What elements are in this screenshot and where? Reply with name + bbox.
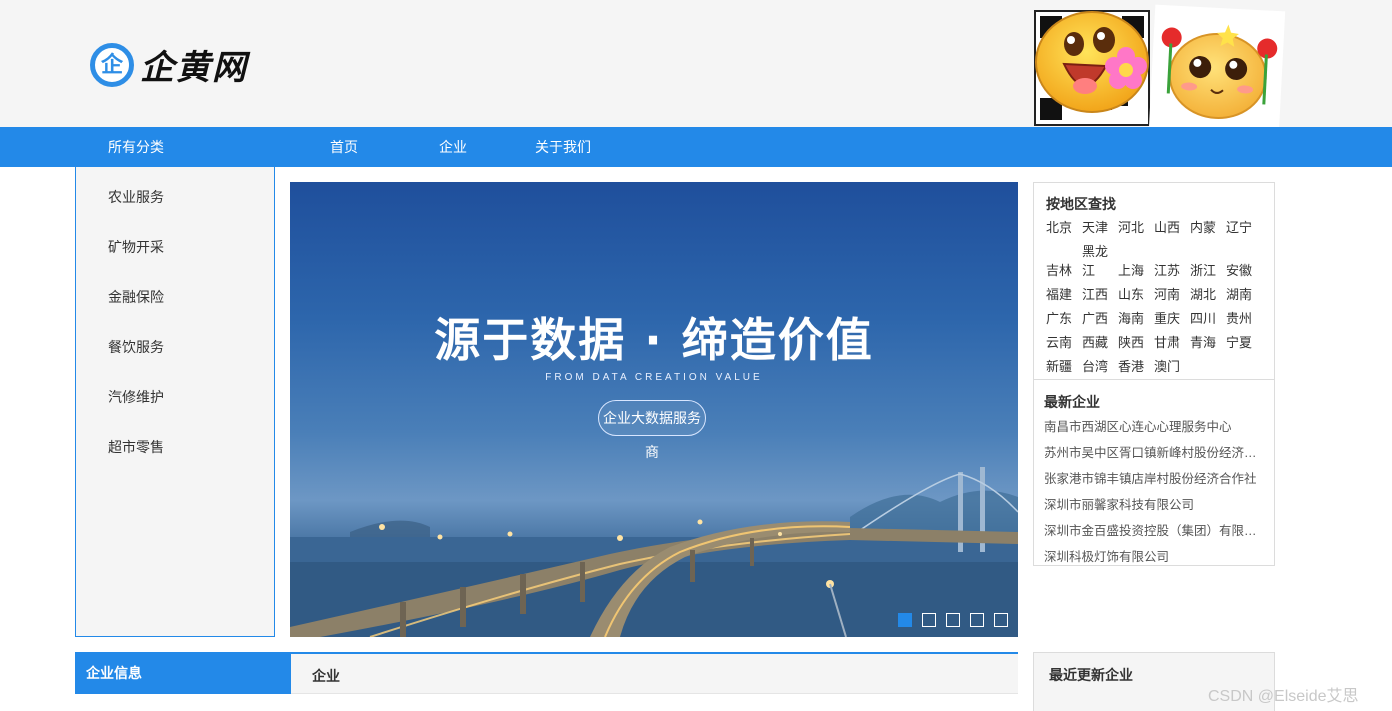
region-link[interactable]: 陕西 xyxy=(1118,332,1154,356)
region-link[interactable]: 黑龙江 xyxy=(1082,241,1108,278)
carousel-dot-4[interactable] xyxy=(970,613,984,627)
region-link[interactable]: 吉林 xyxy=(1046,260,1082,284)
carousel-dot-5[interactable] xyxy=(994,613,1008,627)
region-link[interactable]: 西藏 xyxy=(1082,332,1118,356)
category-item[interactable]: 餐饮服务 xyxy=(108,337,164,357)
nav-all-categories[interactable]: 所有分类 xyxy=(108,127,164,167)
region-link[interactable]: 重庆 xyxy=(1154,308,1190,332)
category-item[interactable]: 金融保险 xyxy=(108,287,164,307)
region-link[interactable]: 湖北 xyxy=(1190,284,1226,308)
region-link[interactable]: 青海 xyxy=(1190,332,1226,356)
category-item[interactable]: 超市零售 xyxy=(108,437,164,457)
region-link[interactable]: 广东 xyxy=(1046,308,1082,332)
latest-enterprise-link[interactable]: 深圳市丽馨家科技有限公司 xyxy=(1044,494,1264,513)
region-link[interactable]: 河北 xyxy=(1118,217,1154,241)
region-link[interactable]: 四川 xyxy=(1190,308,1226,332)
region-link[interactable]: 湖南 xyxy=(1226,284,1262,308)
carousel-dots xyxy=(898,613,1008,627)
banner-title: 源于数据 · 缔造价值 xyxy=(434,313,874,367)
nav-home[interactable]: 首页 xyxy=(330,127,358,167)
logo-text: 企黄网 xyxy=(140,48,248,88)
region-link[interactable]: 新疆 xyxy=(1046,356,1082,380)
nav-about-us[interactable]: 关于我们 xyxy=(535,127,591,167)
category-item[interactable]: 农业服务 xyxy=(108,187,164,207)
region-link[interactable]: 云南 xyxy=(1046,332,1082,356)
enterprise-info-tab[interactable]: 企业信息 xyxy=(75,652,291,694)
region-link[interactable]: 福建 xyxy=(1046,284,1082,308)
recent-update-title: 最近更新企业 xyxy=(1049,667,1133,683)
main-nav: 所有分类 首页 企业 关于我们 xyxy=(0,127,1392,167)
nav-enterprise[interactable]: 企业 xyxy=(439,127,467,167)
region-link[interactable]: 辽宁 xyxy=(1226,217,1262,241)
banner-subtitle: FROM DATA CREATION VALUE xyxy=(545,372,763,383)
region-link[interactable]: 台湾 xyxy=(1082,356,1118,380)
region-link[interactable]: 海南 xyxy=(1118,308,1154,332)
enterprise-section-header: 企业 xyxy=(291,652,1018,694)
region-link[interactable]: 山东 xyxy=(1118,284,1154,308)
region-list: 北京 天津 河北 山西 内蒙 辽宁 吉林黑龙江 上海 江苏 浙江 安徽 福建 江西 山东 河南 湖北 湖南 … xyxy=(1046,217,1276,380)
carousel-dot-3[interactable] xyxy=(946,613,960,627)
csdn-watermark: CSDN @Elseide艾思 xyxy=(1208,688,1359,705)
banner-tag-button[interactable]: 企业大数据服务商 xyxy=(598,400,706,460)
region-link[interactable]: 北京 xyxy=(1046,217,1082,241)
region-link[interactable]: 甘肃 xyxy=(1154,332,1190,356)
category-item[interactable]: 矿物开采 xyxy=(108,237,164,257)
hero-banner[interactable]: 源于数据 · 缔造价值 FROM DATA CREATION VALUE 企业大… xyxy=(290,182,1018,637)
region-link[interactable]: 宁夏 xyxy=(1226,332,1262,356)
latest-title: 最新企业 xyxy=(1044,394,1100,410)
category-item[interactable]: 汽修维护 xyxy=(108,387,164,407)
latest-enterprise-link[interactable]: 张家港市锦丰镇店岸村股份经济合作社 xyxy=(1044,468,1264,487)
latest-enterprise-link[interactable]: 深圳科极灯饰有限公司 xyxy=(1044,546,1264,565)
carousel-dot-2[interactable] xyxy=(922,613,936,627)
region-title: 按地区查找 xyxy=(1046,196,1116,212)
region-link[interactable]: 安徽 xyxy=(1226,260,1262,284)
latest-enterprise-link[interactable]: 苏州市吴中区胥口镇新峰村股份经济合作社 xyxy=(1044,442,1264,461)
logo-mark-text: 企 xyxy=(100,51,123,78)
latest-enterprise-link[interactable]: 南昌市西湖区心连心心理服务中心 xyxy=(1044,416,1264,435)
region-link[interactable]: 上海 xyxy=(1118,260,1154,284)
region-link[interactable]: 香港 xyxy=(1118,356,1154,380)
region-link[interactable]: 江苏 xyxy=(1154,260,1190,284)
region-link[interactable]: 天津 xyxy=(1082,217,1118,241)
region-link[interactable]: 贵州 xyxy=(1226,308,1262,332)
region-panel: 按地区查找 北京 天津 河北 山西 内蒙 辽宁 吉林黑龙江 上海 江苏 浙江 安徽 福建 江西 山东河… xyxy=(1033,182,1275,566)
logo-mark-icon: 企 xyxy=(90,42,134,87)
category-sidebar: 农业服务 矿物开采 金融保险 餐饮服务 汽修维护 超市零售 xyxy=(75,167,275,637)
region-link[interactable]: 澳门 xyxy=(1154,356,1190,380)
region-link[interactable]: 江西 xyxy=(1082,284,1118,308)
latest-enterprise-link[interactable]: 深圳市金百盛投资控股（集团）有限公司 xyxy=(1044,520,1264,539)
panel-divider xyxy=(1034,379,1274,380)
emoji-flowers-sticker-icon xyxy=(1148,4,1286,136)
carousel-dot-1[interactable] xyxy=(898,613,912,627)
site-logo[interactable]: 企 企黄网 xyxy=(90,40,248,89)
emoji-face-sticker-icon xyxy=(1035,11,1149,113)
site-header: 企 企黄网 xyxy=(0,0,1392,136)
region-link[interactable]: 广西 xyxy=(1082,308,1118,332)
region-link[interactable]: 山西 xyxy=(1154,217,1190,241)
region-link[interactable]: 内蒙 xyxy=(1190,217,1226,241)
region-link[interactable]: 河南 xyxy=(1154,284,1190,308)
region-link[interactable]: 浙江 xyxy=(1190,260,1226,284)
enterprise-section-title: 企业 xyxy=(312,668,340,684)
